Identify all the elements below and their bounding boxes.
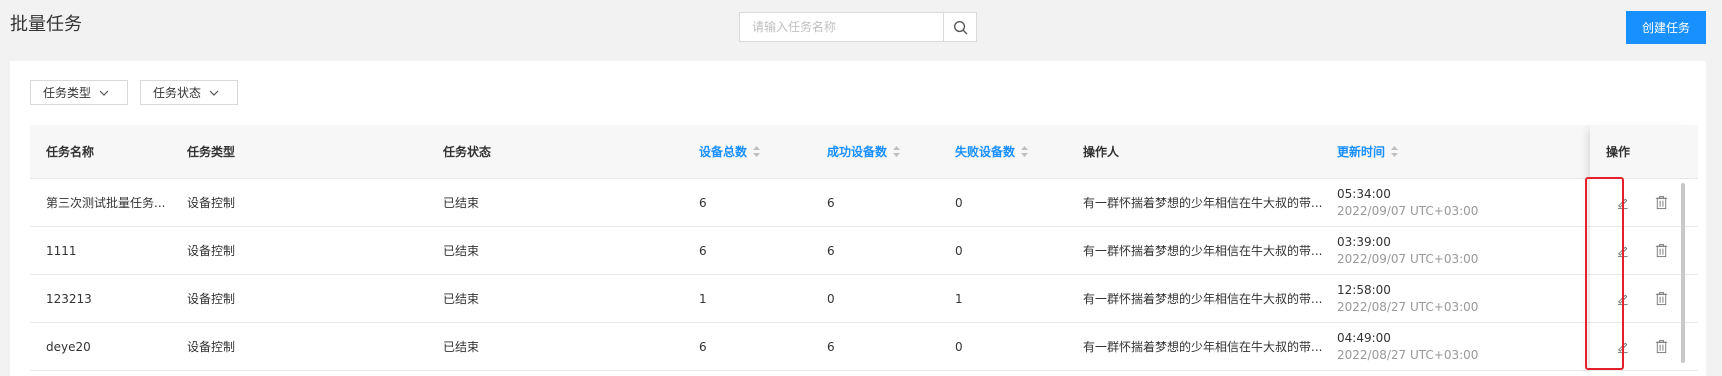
cell-status: 已结束	[443, 340, 480, 354]
updated-date: 2022/08/27 UTC+03:00	[1337, 299, 1479, 314]
col-header-status: 任务状态	[443, 145, 492, 159]
edit-button[interactable]	[1612, 288, 1632, 308]
table-header: 任务名称 任务类型 任务状态 设备总数 成功设备数 失败设备数 操作人 更新时间	[30, 125, 1690, 179]
updated-date: 2022/09/07 UTC+03:00	[1337, 251, 1479, 266]
cell-total: 6	[699, 339, 707, 354]
updated-time: 04:49:00	[1337, 330, 1391, 345]
chevron-down-icon	[99, 90, 109, 96]
page-title: 批量任务	[10, 14, 82, 35]
cell-updated: 12:58:00 2022/08/27 UTC+03:00	[1337, 275, 1478, 322]
col-header-updated-label: 更新时间	[1337, 145, 1386, 159]
updated-time: 03:39:00	[1337, 234, 1391, 249]
cell-success: 6	[827, 195, 835, 210]
cell-operator: 有一群怀揣着梦想的少年相信在牛大叔的带...	[1083, 292, 1323, 306]
cell-total: 1	[699, 291, 707, 306]
cell-success: 6	[827, 243, 835, 258]
table-scrollbar[interactable]	[1681, 183, 1685, 363]
updated-date: 2022/09/07 UTC+03:00	[1337, 203, 1479, 218]
edit-button[interactable]	[1612, 336, 1632, 356]
cell-failed: 1	[955, 291, 963, 306]
cell-name: 第三次测试批量任务...	[46, 196, 166, 210]
updated-time: 05:34:00	[1337, 186, 1391, 201]
table-row: 1111 设备控制 已结束 6 6 0 有一群怀揣着梦想的少年相信在牛大叔的带.…	[30, 227, 1690, 275]
col-header-total[interactable]: 设备总数	[699, 125, 761, 178]
delete-button[interactable]	[1651, 192, 1671, 212]
edit-icon	[1617, 342, 1628, 353]
sort-icon	[753, 146, 761, 157]
trash-icon	[1655, 243, 1667, 257]
col-header-failed-label: 失败设备数	[955, 145, 1016, 159]
table-row: 123213 设备控制 已结束 1 0 1 有一群怀揣着梦想的少年相信在牛大叔的…	[30, 275, 1690, 323]
cell-operator: 有一群怀揣着梦想的少年相信在牛大叔的带...	[1083, 196, 1323, 210]
table-row: 第三次测试批量任务... 设备控制 已结束 6 6 0 有一群怀揣着梦想的少年相…	[30, 179, 1690, 227]
sort-icon	[893, 146, 901, 157]
cell-status: 已结束	[443, 244, 480, 258]
updated-time: 12:58:00	[1337, 282, 1391, 297]
col-header-failed[interactable]: 失败设备数	[955, 125, 1029, 178]
filter-task-type-label: 任务类型	[43, 86, 92, 100]
create-task-button[interactable]: 创建任务	[1626, 11, 1706, 44]
col-header-success[interactable]: 成功设备数	[827, 125, 901, 178]
cell-updated: 03:39:00 2022/09/07 UTC+03:00	[1337, 227, 1478, 274]
search-box[interactable]	[739, 12, 977, 42]
col-header-operator: 操作人	[1083, 145, 1120, 159]
cell-success: 6	[827, 339, 835, 354]
cell-status: 已结束	[443, 292, 480, 306]
chevron-down-icon	[209, 90, 219, 96]
search-input[interactable]	[740, 13, 943, 41]
filter-task-type[interactable]: 任务类型	[30, 80, 128, 105]
delete-button[interactable]	[1651, 336, 1671, 356]
trash-icon	[1655, 195, 1667, 209]
search-button[interactable]	[943, 13, 976, 41]
trash-icon	[1655, 339, 1667, 353]
cell-type: 设备控制	[187, 292, 236, 306]
cell-operator: 有一群怀揣着梦想的少年相信在牛大叔的带...	[1083, 340, 1323, 354]
filter-task-status-label: 任务状态	[153, 86, 202, 100]
updated-date: 2022/08/27 UTC+03:00	[1337, 347, 1479, 362]
edit-button[interactable]	[1612, 240, 1632, 260]
col-header-type: 任务类型	[187, 145, 236, 159]
filter-task-status[interactable]: 任务状态	[140, 80, 238, 105]
sort-icon	[1021, 146, 1029, 157]
cell-type: 设备控制	[187, 340, 236, 354]
edit-icon	[1617, 246, 1628, 257]
sort-icon	[1391, 146, 1399, 157]
col-header-actions: 操作	[1590, 125, 1698, 179]
col-header-total-label: 设备总数	[699, 145, 748, 159]
cell-name: 1111	[46, 243, 77, 258]
edit-icon	[1617, 294, 1628, 305]
col-header-updated[interactable]: 更新时间	[1337, 125, 1399, 178]
cell-failed: 0	[955, 243, 963, 258]
task-card: 任务类型 任务状态 任务名称 任务类型 任务状态 设备总数 成功设备数 失败设备…	[10, 61, 1706, 376]
cell-updated: 05:34:00 2022/09/07 UTC+03:00	[1337, 179, 1478, 226]
search-icon	[953, 20, 967, 34]
edit-icon	[1617, 198, 1628, 209]
cell-operator: 有一群怀揣着梦想的少年相信在牛大叔的带...	[1083, 244, 1323, 258]
col-header-success-label: 成功设备数	[827, 145, 888, 159]
delete-button[interactable]	[1651, 288, 1671, 308]
cell-type: 设备控制	[187, 196, 236, 210]
cell-total: 6	[699, 243, 707, 258]
cell-failed: 0	[955, 339, 963, 354]
cell-type: 设备控制	[187, 244, 236, 258]
cell-total: 6	[699, 195, 707, 210]
col-header-name: 任务名称	[46, 145, 95, 159]
cell-success: 0	[827, 291, 835, 306]
delete-button[interactable]	[1651, 240, 1671, 260]
trash-icon	[1655, 291, 1667, 305]
cell-name: 123213	[46, 291, 92, 306]
cell-updated: 04:49:00 2022/08/27 UTC+03:00	[1337, 323, 1478, 370]
cell-failed: 0	[955, 195, 963, 210]
cell-status: 已结束	[443, 196, 480, 210]
cell-name: deye20	[46, 339, 91, 354]
table-row: deye20 设备控制 已结束 6 6 0 有一群怀揣着梦想的少年相信在牛大叔的…	[30, 323, 1690, 371]
edit-button[interactable]	[1612, 192, 1632, 212]
